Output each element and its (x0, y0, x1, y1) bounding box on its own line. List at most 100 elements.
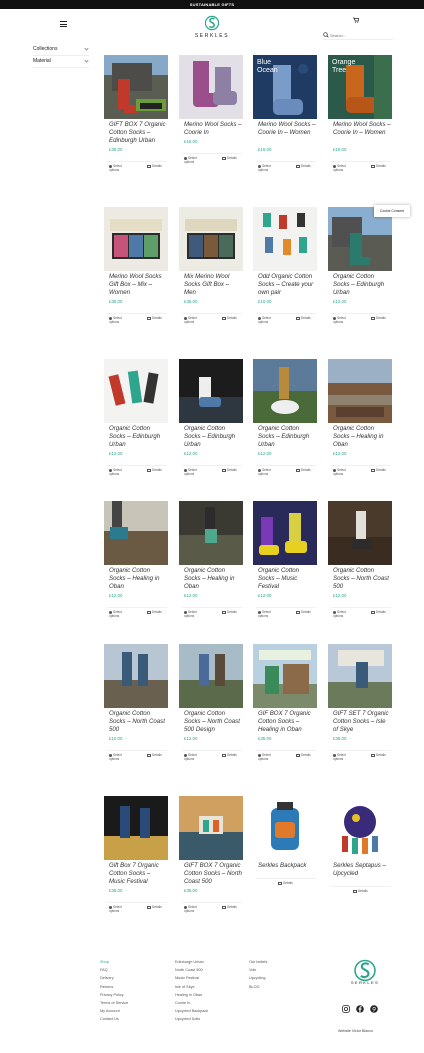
footer-link[interactable]: Our beliefs (249, 958, 267, 966)
site-credit[interactable]: Website Victor Blanco (338, 1029, 398, 1033)
product-image[interactable] (253, 501, 317, 565)
product-image[interactable] (179, 207, 243, 271)
product-title[interactable]: Organic Cotton Socks – Healing in Oban (184, 567, 242, 591)
select-options-button[interactable]: Select options (109, 905, 133, 913)
product-image[interactable] (104, 359, 168, 423)
hamburger-menu-icon[interactable] (60, 21, 67, 27)
details-button[interactable]: Details (147, 610, 162, 614)
product-image[interactable] (179, 55, 243, 119)
details-button[interactable]: Details (147, 468, 162, 472)
pinterest-icon[interactable] (370, 1005, 378, 1013)
facebook-icon[interactable] (356, 1005, 364, 1013)
select-options-button[interactable]: Select options (109, 164, 133, 172)
product-title[interactable]: Merino Wool Socks – Coorie In (184, 121, 242, 137)
details-button[interactable]: Details (147, 905, 162, 909)
product-image[interactable] (179, 359, 243, 423)
details-button[interactable]: Details (353, 889, 368, 893)
product-title[interactable]: Serkles Backpack (258, 862, 316, 870)
footer-link[interactable]: Privacy Policy (100, 991, 128, 999)
details-button[interactable]: Details (371, 468, 386, 472)
footer-link[interactable]: Upcycled Backpack (175, 1007, 208, 1015)
details-button[interactable]: Details (296, 164, 311, 168)
search-input[interactable] (330, 32, 392, 39)
product-image[interactable] (104, 55, 168, 119)
footer-link[interactable]: Shop (100, 958, 128, 966)
footer-link[interactable]: Delivery (100, 974, 128, 982)
footer-link[interactable]: Vole (249, 966, 267, 974)
product-image[interactable] (328, 501, 392, 565)
product-title[interactable]: Organic Cotton Socks – Music Festival (258, 567, 316, 591)
footer-link[interactable]: Isle of Skye (175, 983, 208, 991)
select-options-button[interactable]: Select options (258, 164, 282, 172)
footer-link[interactable]: Edinburgh Urban (175, 958, 208, 966)
select-options-button[interactable]: Select options (184, 753, 208, 761)
select-options-button[interactable]: Select options (184, 156, 208, 164)
cookie-consent-button[interactable]: Cookie Consent (374, 205, 410, 217)
details-button[interactable]: Details (278, 881, 293, 885)
select-options-button[interactable]: Select options (333, 164, 357, 172)
select-options-button[interactable]: Select options (184, 468, 208, 476)
product-image[interactable] (253, 207, 317, 271)
product-title[interactable]: Organic Cotton Socks – Healing in Oban (333, 425, 391, 449)
product-image[interactable] (253, 644, 317, 708)
details-button[interactable]: Details (296, 610, 311, 614)
product-title[interactable]: Gift Box 7 Organic Cotton Socks – Music … (109, 862, 167, 886)
footer-link[interactable]: Returns (100, 983, 128, 991)
product-image[interactable] (328, 359, 392, 423)
instagram-icon[interactable] (342, 1005, 350, 1013)
product-title[interactable]: GIF BOX 7 Organic Cotton Socks – Healing… (258, 710, 316, 734)
select-options-button[interactable]: Select options (184, 610, 208, 618)
footer-link[interactable]: Coorie In (175, 999, 208, 1007)
details-button[interactable]: Details (296, 316, 311, 320)
select-options-button[interactable]: Select options (333, 753, 357, 761)
details-button[interactable]: Details (147, 753, 162, 757)
product-image[interactable] (104, 501, 168, 565)
footer-link[interactable]: Contact Us (100, 1015, 128, 1023)
details-button[interactable]: Details (371, 316, 386, 320)
product-title[interactable]: Odd Organic Cotton Socks – Create your o… (258, 273, 316, 297)
footer-link[interactable]: Upcycled Dolls (175, 1015, 208, 1023)
footer-link[interactable]: Music Festival (175, 974, 208, 982)
select-options-button[interactable]: Select options (109, 468, 133, 476)
filter-material[interactable]: Material (33, 56, 89, 68)
product-title[interactable]: Organic Cotton Socks – Edinburgh Urban (333, 273, 391, 297)
select-options-button[interactable]: Select options (184, 905, 208, 913)
select-options-button[interactable]: Select options (258, 753, 282, 761)
product-image[interactable] (328, 796, 392, 860)
footer-link[interactable]: Healing in Oban (175, 991, 208, 999)
logo-wordmark[interactable]: SERKLES (180, 33, 244, 39)
details-button[interactable]: Details (222, 753, 237, 757)
details-button[interactable]: Details (222, 156, 237, 160)
filter-collections[interactable]: Collections (33, 44, 89, 56)
select-options-button[interactable]: Select options (258, 610, 282, 618)
product-title[interactable]: Merino Wool Socks – Coorie In – Women (333, 121, 391, 137)
details-button[interactable]: Details (222, 905, 237, 909)
product-title[interactable]: Serkles Septapus – Upcycled (333, 862, 391, 878)
product-image[interactable] (179, 796, 243, 860)
product-image[interactable] (179, 501, 243, 565)
details-button[interactable]: Details (371, 753, 386, 757)
product-title[interactable]: Merino Wool Socks – Coorie In – Women (258, 121, 316, 137)
select-options-button[interactable]: Select options (258, 468, 282, 476)
footer-link[interactable]: North Coast 500 (175, 966, 208, 974)
footer-link[interactable]: My Account (100, 1007, 128, 1015)
product-title[interactable]: Organic Cotton Socks – North Coast 500 (109, 710, 167, 734)
product-title[interactable]: Mix Merino Wool Socks Gift Box – Men (184, 273, 242, 297)
select-options-button[interactable]: Select options (184, 316, 208, 324)
details-button[interactable]: Details (296, 753, 311, 757)
details-button[interactable]: Details (371, 610, 386, 614)
details-button[interactable]: Details (222, 468, 237, 472)
product-title[interactable]: Organic Cotton Socks – Edinburgh Urban (184, 425, 242, 449)
search-icon[interactable] (323, 32, 329, 38)
product-title[interactable]: Organic Cotton Socks – Healing in Oban (109, 567, 167, 591)
product-title[interactable]: Organic Cotton Socks – Edinburgh Urban (109, 425, 167, 449)
product-image[interactable] (328, 644, 392, 708)
product-image[interactable] (179, 644, 243, 708)
select-options-button[interactable]: Select options (333, 610, 357, 618)
details-button[interactable]: Details (296, 468, 311, 472)
product-title[interactable]: Merino Wool Socks Gift Box – Mix – Women (109, 273, 167, 297)
product-title[interactable]: GIFT BOX 7 Organic Cotton Socks – North … (184, 862, 242, 886)
product-image[interactable] (253, 796, 317, 860)
product-title[interactable]: GIFT BOX 7 Organic Cotton Socks – Edinbu… (109, 121, 167, 145)
product-title[interactable]: Organic Cotton Socks – North Coast 500 D… (184, 710, 242, 734)
